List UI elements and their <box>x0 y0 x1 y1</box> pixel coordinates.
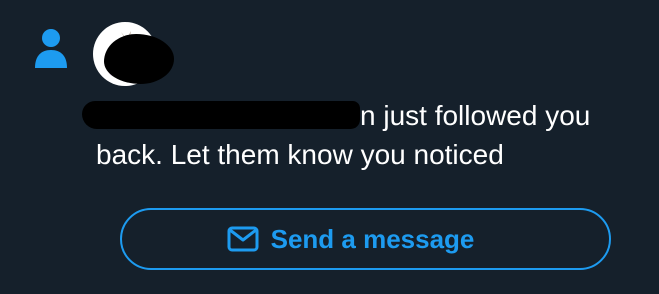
mail-icon <box>227 226 259 252</box>
name-redaction <box>82 101 360 129</box>
avatar-redaction <box>104 34 174 84</box>
person-icon <box>33 28 69 70</box>
follow-notification[interactable]: n just followed you back. Let them know … <box>0 0 659 294</box>
send-message-button[interactable]: Send a message <box>120 208 611 270</box>
notification-text[interactable]: n just followed you back. Let them know … <box>82 96 636 174</box>
send-message-label: Send a message <box>270 223 475 254</box>
